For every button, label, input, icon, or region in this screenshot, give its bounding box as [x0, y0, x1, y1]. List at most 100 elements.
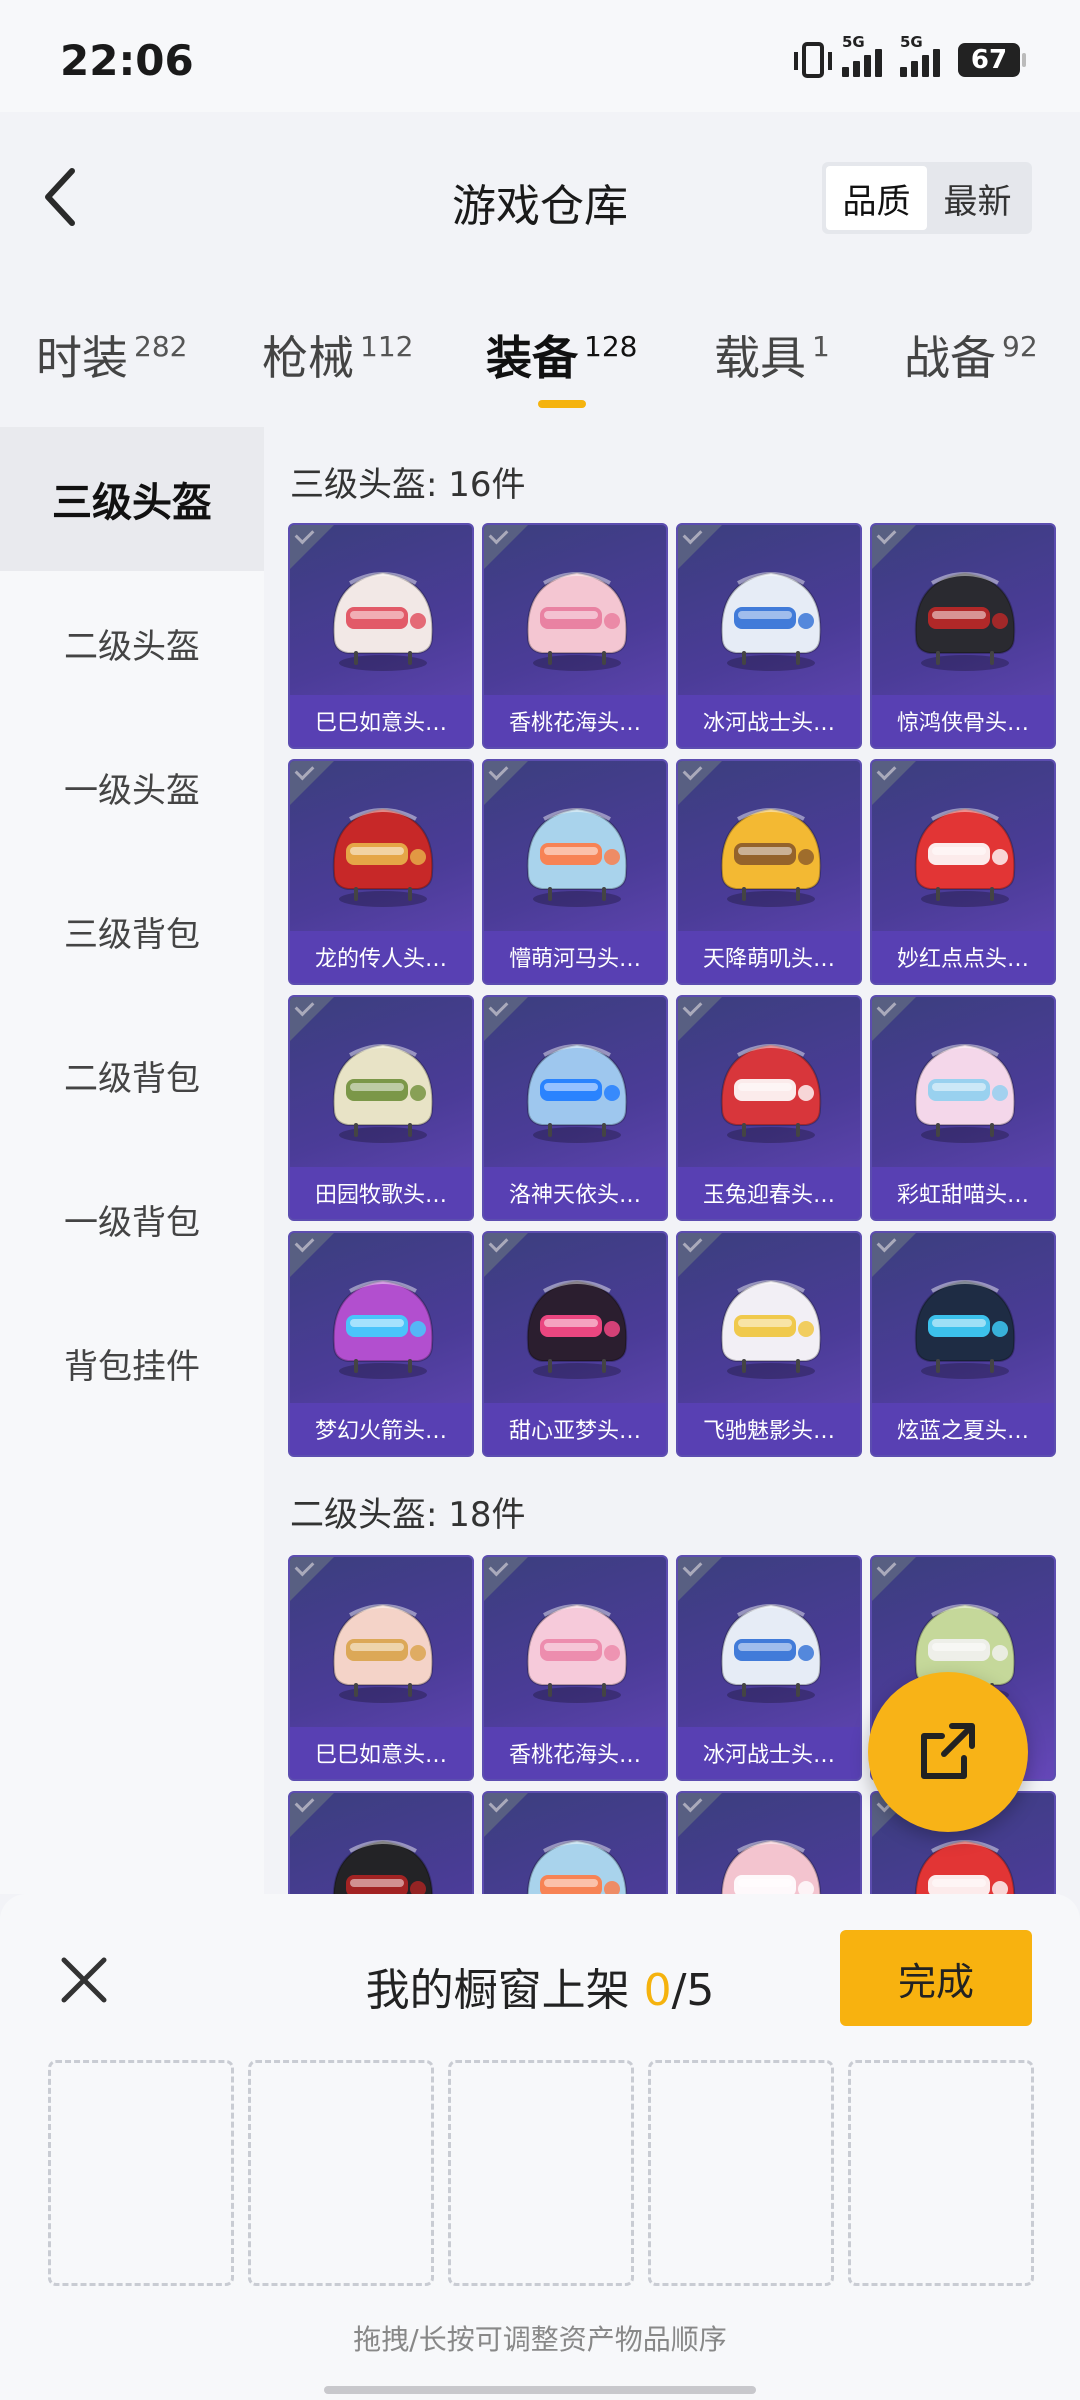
status-time: 22:06 — [60, 36, 194, 85]
helmet-icon — [902, 795, 1028, 913]
tab-fashion[interactable]: 时装 282 — [36, 322, 187, 402]
item-card[interactable]: 田园牧歌头… — [288, 995, 474, 1221]
item-card[interactable]: 惊鸿侠骨头… — [870, 523, 1056, 749]
item-card[interactable]: 彩虹甜喵头… — [870, 995, 1056, 1221]
tab-label: 装备 — [486, 331, 578, 385]
item-card[interactable]: 甜心亚梦头… — [482, 1231, 668, 1457]
done-button[interactable]: 完成 — [840, 1930, 1032, 2026]
showcase-slot[interactable] — [248, 2060, 434, 2286]
status-icons: 5G 5G 67 — [794, 33, 1026, 80]
item-name: 天降萌叽头… — [678, 931, 860, 983]
section-title-level3: 三级头盔: 16件 — [290, 465, 526, 505]
item-name: 炫蓝之夏头… — [872, 1403, 1054, 1455]
tab-supplies[interactable]: 战备 92 — [904, 322, 1038, 402]
sidebar-item-level3-helmet[interactable]: 三级头盔 — [0, 427, 264, 571]
item-card[interactable]: 冰河战士头… — [676, 1555, 862, 1781]
item-card[interactable]: 飞驰魅影头… — [676, 1231, 862, 1457]
item-name: 梦幻火箭头… — [290, 1403, 472, 1455]
item-name: 飞驰魅影头… — [678, 1403, 860, 1455]
helmet-icon — [320, 795, 446, 913]
helmet-icon — [320, 1591, 446, 1709]
share-fab-button[interactable] — [868, 1672, 1028, 1832]
showcase-title-text: 我的橱窗上架 — [365, 1965, 630, 2016]
share-export-icon — [921, 1723, 975, 1779]
item-card[interactable]: 妙红点点头… — [870, 759, 1056, 985]
item-card[interactable]: 玉兔迎春头… — [676, 995, 862, 1221]
helmet-icon — [708, 1827, 834, 1894]
helmet-icon — [708, 795, 834, 913]
item-card[interactable]: 巳巳如意头… — [288, 1555, 474, 1781]
sort-toggle: 品质 最新 — [822, 162, 1032, 234]
helmet-icon — [708, 1591, 834, 1709]
item-name: 龙的传人头… — [290, 931, 472, 983]
tab-count: 128 — [584, 330, 638, 363]
tab-guns[interactable]: 枪械 112 — [262, 322, 413, 402]
signal-icon: 5G — [842, 33, 882, 77]
helmet-icon — [514, 1827, 640, 1894]
sidebar-item-level2-helmet[interactable]: 二级头盔 — [0, 571, 264, 715]
item-card[interactable] — [288, 1791, 474, 1894]
network-type-label: 5G — [842, 33, 865, 51]
item-card[interactable] — [676, 1791, 862, 1894]
status-bar: 22:06 5G 5G 67 — [0, 0, 1080, 112]
helmet-icon — [514, 1267, 640, 1385]
sidebar-item-level1-backpack[interactable]: 一级背包 — [0, 1147, 264, 1291]
tab-label: 战备 — [904, 331, 996, 385]
item-card[interactable]: 梦幻火箭头… — [288, 1231, 474, 1457]
tab-count: 1 — [812, 330, 830, 363]
showcase-total: /5 — [671, 1965, 715, 2016]
helmet-icon — [514, 795, 640, 913]
item-card[interactable]: 洛神天依头… — [482, 995, 668, 1221]
item-card[interactable]: 炫蓝之夏头… — [870, 1231, 1056, 1457]
sidebar-item-backpack-pendant[interactable]: 背包挂件 — [0, 1291, 264, 1435]
drag-hint: 拖拽/长按可调整资产物品顺序 — [353, 2323, 727, 2356]
item-name: 香桃花海头… — [484, 1727, 666, 1779]
tab-vehicles[interactable]: 载具 1 — [714, 322, 830, 402]
helmet-icon — [708, 1267, 834, 1385]
item-name: 洛神天依头… — [484, 1167, 666, 1219]
item-name: 冰河战士头… — [678, 695, 860, 747]
network-type-label-2: 5G — [900, 33, 923, 51]
helmet-icon — [320, 1827, 446, 1894]
helmet-icon — [514, 1591, 640, 1709]
helmet-icon — [902, 559, 1028, 677]
showcase-slot[interactable] — [448, 2060, 634, 2286]
item-card[interactable]: 龙的传人头… — [288, 759, 474, 985]
tab-equipment[interactable]: 装备 128 — [486, 322, 638, 408]
sort-latest-button[interactable]: 最新 — [927, 166, 1028, 230]
item-card[interactable]: 天降萌叽头… — [676, 759, 862, 985]
item-name: 田园牧歌头… — [290, 1167, 472, 1219]
tab-label: 时装 — [36, 331, 128, 385]
helmet-icon — [902, 1267, 1028, 1385]
item-name: 甜心亚梦头… — [484, 1403, 666, 1455]
showcase-slots — [48, 2060, 1034, 2286]
item-card[interactable] — [482, 1791, 668, 1894]
sidebar-item-level3-backpack[interactable]: 三级背包 — [0, 859, 264, 1003]
helmet-icon — [708, 1031, 834, 1149]
item-card[interactable]: 香桃花海头… — [482, 523, 668, 749]
signal-icon-2: 5G — [900, 33, 940, 77]
helmet-icon — [320, 559, 446, 677]
helmet-icon — [902, 1031, 1028, 1149]
home-indicator[interactable] — [324, 2386, 756, 2394]
helmet-icon — [708, 559, 834, 677]
sidebar-item-level2-backpack[interactable]: 二级背包 — [0, 1003, 264, 1147]
item-name: 巳巳如意头… — [290, 695, 472, 747]
helmet-icon — [902, 1827, 1028, 1894]
sidebar-item-level1-helmet[interactable]: 一级头盔 — [0, 715, 264, 859]
showcase-slot[interactable] — [648, 2060, 834, 2286]
item-card[interactable]: 巳巳如意头… — [288, 523, 474, 749]
section-title-level2: 二级头盔: 18件 — [290, 1495, 526, 1535]
showcase-slot[interactable] — [48, 2060, 234, 2286]
sort-quality-button[interactable]: 品质 — [826, 166, 927, 230]
item-card[interactable]: 香桃花海头… — [482, 1555, 668, 1781]
helmet-icon — [514, 559, 640, 677]
showcase-sheet: 我的橱窗上架 0/5 完成 拖拽/长按可调整资产物品顺序 — [0, 1894, 1080, 2400]
item-name: 冰河战士头… — [678, 1727, 860, 1779]
showcase-count: 0 — [643, 1965, 672, 2016]
tab-count: 112 — [360, 330, 414, 363]
item-card[interactable]: 懵萌河马头… — [482, 759, 668, 985]
showcase-slot[interactable] — [848, 2060, 1034, 2286]
item-card[interactable]: 冰河战士头… — [676, 523, 862, 749]
helmet-icon — [514, 1031, 640, 1149]
